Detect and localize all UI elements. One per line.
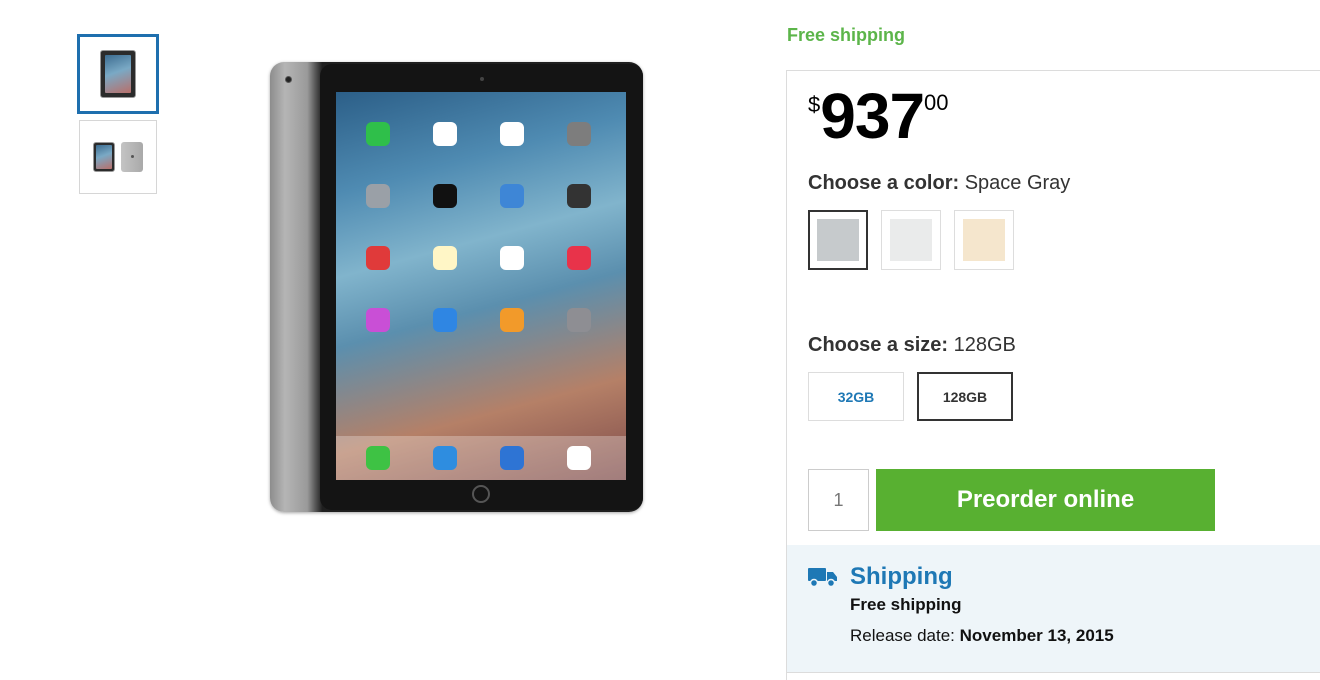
price-currency: $ xyxy=(808,92,821,117)
shipping-free-text: Free shipping xyxy=(850,595,962,614)
swatch-silver[interactable] xyxy=(881,210,941,270)
free-shipping-banner: Free shipping xyxy=(787,25,906,45)
truck-icon xyxy=(808,568,837,588)
color-selected-value: Space Gray xyxy=(964,172,1071,194)
size-selected-value: 128GB xyxy=(953,334,1016,356)
swatch-space-gray[interactable] xyxy=(808,210,868,270)
thumbnail-front-image xyxy=(100,50,136,98)
shipping-title: Shipping xyxy=(850,563,953,590)
color-chooser-label: Choose a color: Space Gray xyxy=(808,172,1070,195)
swatch-gold[interactable] xyxy=(954,210,1014,270)
size-chooser-label: Choose a size: 128GB xyxy=(808,334,1016,357)
color-label: Choose a color: xyxy=(808,172,960,194)
preorder-button[interactable]: Preorder online xyxy=(876,469,1215,531)
size-label: Choose a size: xyxy=(808,334,949,356)
thumbnail-front[interactable] xyxy=(77,34,159,114)
release-date: Release date: November 13, 2015 xyxy=(850,626,1114,646)
price: $ 937 00 xyxy=(808,84,949,148)
release-date-value: November 13, 2015 xyxy=(959,626,1114,645)
camera-icon xyxy=(285,76,292,83)
thumbnail-front-back-image xyxy=(93,142,143,172)
price-whole: 937 xyxy=(820,80,925,152)
price-cents: 00 xyxy=(924,90,949,115)
size-128gb-button[interactable]: 128GB xyxy=(917,372,1013,421)
product-image xyxy=(270,62,643,512)
thumbnail-front-back[interactable] xyxy=(79,120,157,194)
release-date-label: Release date: xyxy=(850,626,955,645)
size-32gb-button[interactable]: 32GB xyxy=(808,372,904,421)
quantity-input[interactable]: 1 xyxy=(808,469,869,531)
